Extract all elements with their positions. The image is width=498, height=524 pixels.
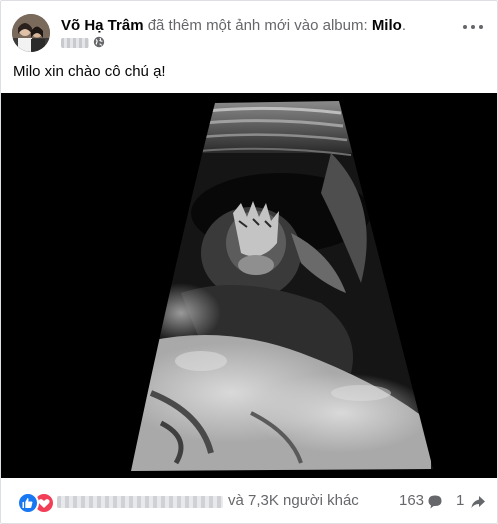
post-caption: Milo xin chào cô chú ạ! [13, 63, 166, 80]
post-photo[interactable] [1, 93, 497, 478]
post-card: Võ Hạ Trâm đã thêm một ảnh mới vào album… [0, 0, 498, 524]
reactor-names-blurred[interactable] [57, 496, 223, 508]
reaction-others-count[interactable]: và 7,3K người khác [228, 492, 359, 509]
dot-icon [463, 25, 467, 29]
more-options-button[interactable] [463, 21, 483, 33]
globe-icon [93, 36, 105, 51]
dot-icon [471, 25, 475, 29]
author-name[interactable]: Võ Hạ Trâm [61, 17, 144, 34]
post-meta [61, 36, 105, 50]
post-header: Võ Hạ Trâm đã thêm một ảnh mới vào album… [61, 17, 406, 35]
album-link[interactable]: Milo [372, 17, 402, 34]
timestamp-blurred[interactable] [61, 38, 89, 48]
dot-icon [479, 25, 483, 29]
comments-count[interactable]: 163 [399, 492, 424, 509]
album-suffix: . [401, 17, 406, 34]
share-icon[interactable] [469, 493, 487, 515]
shares-count[interactable]: 1 [456, 492, 464, 509]
reactions-bar: và 7,3K người khác 163 1 [1, 490, 497, 514]
author-avatar[interactable] [12, 14, 50, 52]
like-icon[interactable] [17, 492, 39, 514]
post-action-text: đã thêm một ảnh mới vào album: [143, 17, 372, 34]
comment-icon[interactable] [426, 493, 444, 515]
